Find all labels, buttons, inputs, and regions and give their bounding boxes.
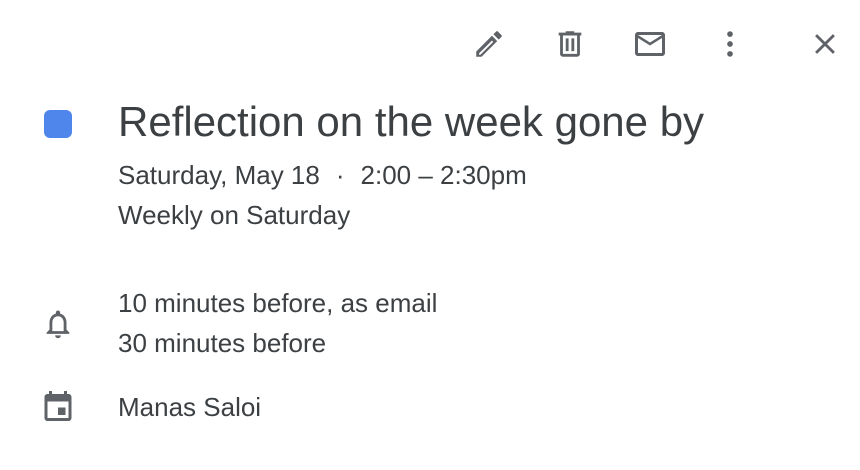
reminder-item: 10 minutes before, as email <box>118 288 438 318</box>
more-vertical-icon <box>727 31 733 57</box>
event-time: 2:00 – 2:30pm <box>360 160 527 190</box>
reminder-item: 30 minutes before <box>118 328 327 358</box>
trash-icon <box>558 31 582 57</box>
datetime-separator: · <box>335 160 345 190</box>
calendar-icon-wrapper <box>40 388 76 424</box>
calendar-owner: Manas Saloi <box>118 392 262 422</box>
delete-event-button[interactable] <box>546 20 594 68</box>
event-recurrence: Weekly on Saturday <box>118 200 351 230</box>
email-guests-button[interactable] <box>626 20 674 68</box>
pencil-icon <box>476 31 502 57</box>
calendar-icon <box>44 391 72 421</box>
close-button[interactable] <box>801 20 849 68</box>
event-toolbar <box>0 0 860 90</box>
mail-icon <box>635 32 665 56</box>
edit-event-button[interactable] <box>465 20 513 68</box>
notifications-icon-wrapper <box>40 306 76 342</box>
close-icon <box>815 34 835 54</box>
more-options-button[interactable] <box>706 20 754 68</box>
event-date: Saturday, May 18 <box>118 160 320 190</box>
event-datetime: Saturday, May 18 · 2:00 – 2:30pm <box>118 158 527 192</box>
event-color-indicator <box>44 110 72 138</box>
bell-icon <box>46 310 70 339</box>
event-title: Reflection on the week gone by <box>118 98 705 145</box>
